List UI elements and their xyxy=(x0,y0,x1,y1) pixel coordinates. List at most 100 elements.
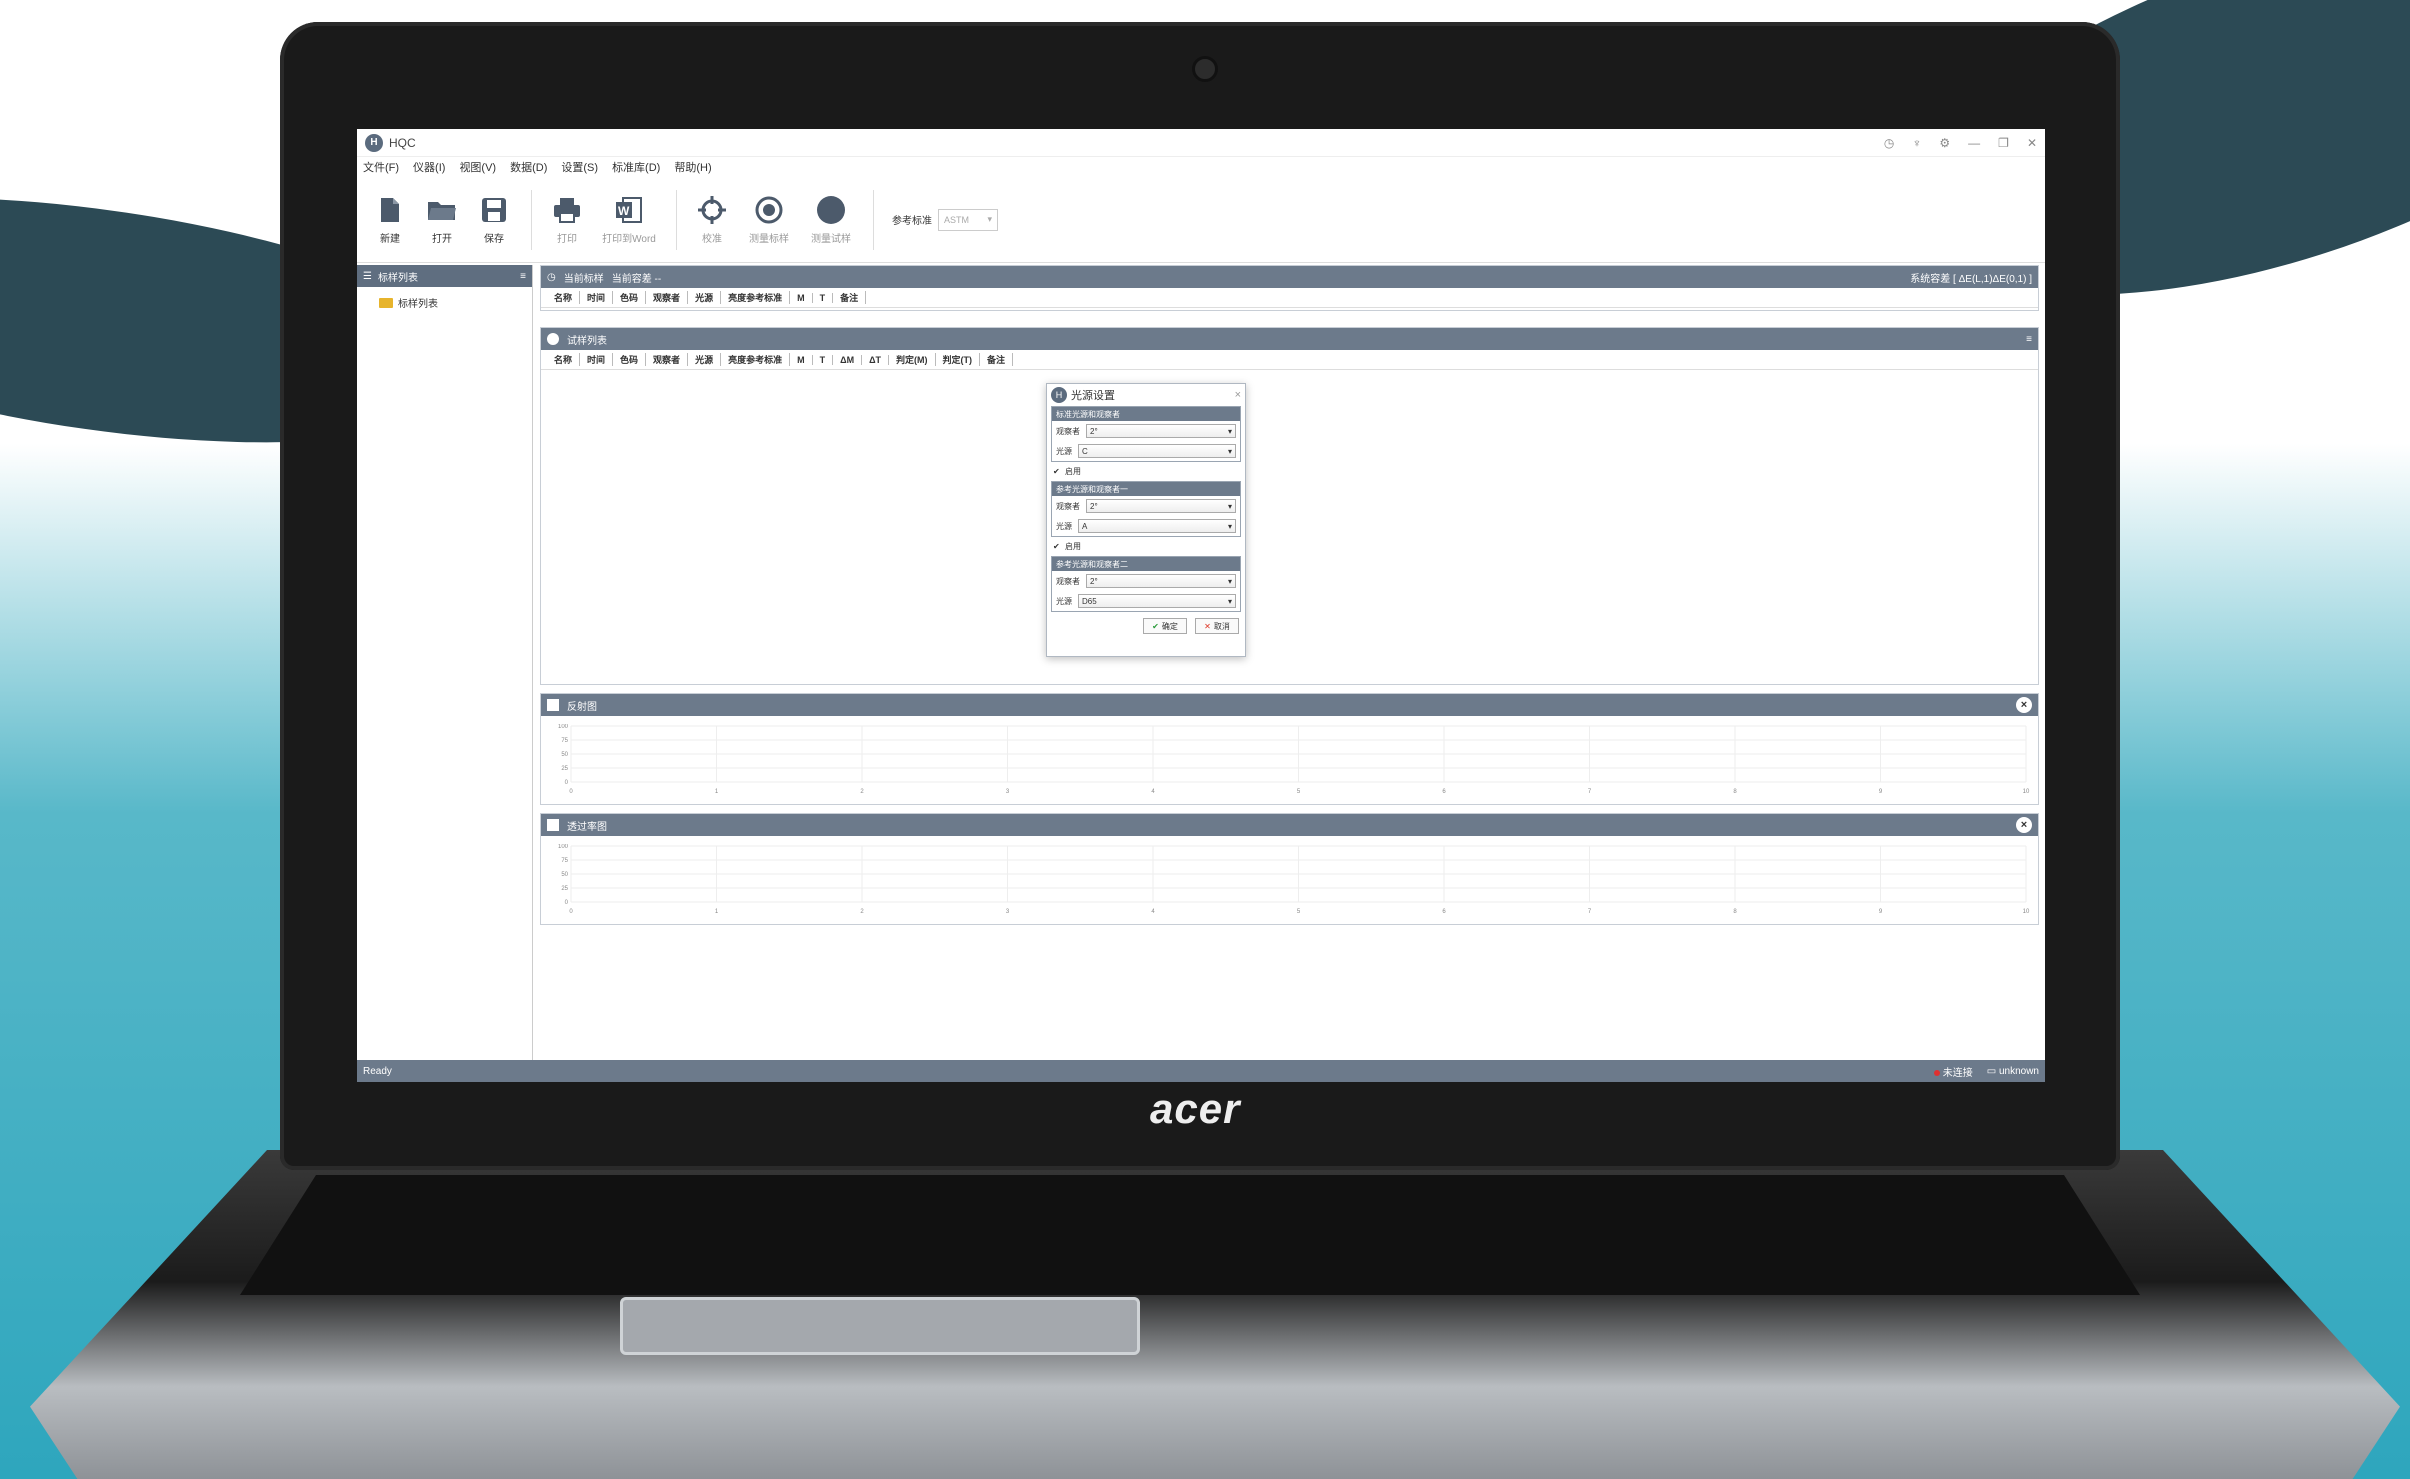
measure-standard-button[interactable]: 测量标样 xyxy=(739,194,799,245)
column-header[interactable]: T xyxy=(813,354,834,365)
collapse-icon[interactable]: ≡ xyxy=(520,271,526,282)
calibrate-label: 校准 xyxy=(702,234,722,245)
reflectance-chart-header: 反射图 × xyxy=(541,694,2038,716)
observer-value: 2° xyxy=(1090,426,1098,436)
light-row: 光源 C ▾ xyxy=(1052,441,1240,461)
observer-row: 观察者 2° ▾ xyxy=(1052,571,1240,591)
observer-label: 观察者 xyxy=(1056,501,1080,511)
target-icon xyxy=(754,194,784,226)
system-tolerance[interactable]: 系统容差 [ ΔE(L,1)ΔE(0,1) ] xyxy=(1910,270,2032,285)
light-select[interactable]: A ▾ xyxy=(1078,519,1236,533)
observer-value: 2° xyxy=(1090,576,1098,586)
save-button[interactable]: 保存 xyxy=(469,194,519,245)
print-word-button[interactable]: W 打印到Word xyxy=(594,194,664,245)
menu-help[interactable]: 帮助(H) xyxy=(674,159,711,175)
enable-checkbox-2[interactable]: ✔ 启用 xyxy=(1047,537,1245,556)
print-word-label: 打印到Word xyxy=(602,234,656,245)
circle-icon xyxy=(816,194,846,226)
minimize-button[interactable]: — xyxy=(1968,136,1980,150)
print-button[interactable]: 打印 xyxy=(542,194,592,245)
column-header[interactable]: 色码 xyxy=(613,291,647,304)
list-icon: ☰ xyxy=(363,270,372,282)
menu-settings[interactable]: 设置(S) xyxy=(561,159,598,175)
menu-data[interactable]: 数据(D) xyxy=(510,159,547,175)
column-header[interactable]: 时间 xyxy=(580,291,614,304)
dialog-buttons: ✔ 确定 ✕ 取消 xyxy=(1047,612,1245,640)
status-text: Ready xyxy=(363,1065,392,1077)
column-header[interactable]: T xyxy=(813,292,834,303)
settings-icon[interactable]: ⚙ xyxy=(1939,136,1950,150)
x-tick-label: 5 xyxy=(1297,909,1301,914)
column-header[interactable]: 光源 xyxy=(688,291,722,304)
close-icon[interactable]: × xyxy=(2016,817,2032,833)
dialog-close-button[interactable]: × xyxy=(1235,389,1241,401)
cross-icon: ✕ xyxy=(1204,621,1211,631)
dialog-logo: H xyxy=(1051,387,1067,403)
column-header[interactable]: 观察者 xyxy=(646,291,689,304)
save-label: 保存 xyxy=(484,234,504,245)
tree-item-standards[interactable]: 标样列表 xyxy=(357,287,532,318)
transmittance-chart-panel: 透过率图 × 100 75 50 25 0 0 1 2 3 4 5 6 7 8 9 10 xyxy=(540,813,2039,925)
y-tick-label: 50 xyxy=(561,752,568,758)
circle-icon xyxy=(547,333,559,345)
observer-select[interactable]: 2° ▾ xyxy=(1086,574,1236,588)
observer-value: 2° xyxy=(1090,501,1098,511)
measure-sample-button[interactable]: 测量试样 xyxy=(801,194,861,245)
menu-file[interactable]: 文件(F) xyxy=(363,159,399,175)
column-header[interactable]: 备注 xyxy=(980,353,1014,366)
column-header[interactable]: 判定(M) xyxy=(889,353,936,366)
column-header[interactable]: M xyxy=(790,292,813,303)
observer-select[interactable]: 2° ▾ xyxy=(1086,499,1236,513)
laptop-keyboard xyxy=(240,1175,2140,1295)
light-value: A xyxy=(1082,521,1088,531)
column-header[interactable]: M xyxy=(790,354,813,365)
light-value: C xyxy=(1082,446,1088,456)
menu-view[interactable]: 视图(V) xyxy=(459,159,496,175)
history-icon[interactable]: ◷ xyxy=(1884,136,1894,150)
checkbox-label: 启用 xyxy=(1065,467,1081,476)
enable-checkbox-1[interactable]: ✔ 启用 xyxy=(1047,462,1245,481)
menu-icon[interactable]: ≡ xyxy=(2026,334,2032,345)
reference-standard-select[interactable]: ASTM ▾ xyxy=(938,208,998,231)
cancel-button[interactable]: ✕ 取消 xyxy=(1195,618,1239,634)
ok-button[interactable]: ✔ 确定 xyxy=(1143,618,1187,634)
menu-standard-library[interactable]: 标准库(D) xyxy=(612,159,660,175)
column-header[interactable]: 名称 xyxy=(547,353,581,366)
calibrate-button[interactable]: 校准 xyxy=(687,194,737,245)
column-header[interactable]: 光源 xyxy=(688,353,722,366)
filter-icon[interactable]: ♆ xyxy=(1912,136,1921,150)
close-button[interactable]: ✕ xyxy=(2027,136,2037,150)
x-tick-label: 2 xyxy=(860,909,864,914)
printer-icon xyxy=(552,194,582,226)
folder-open-icon xyxy=(427,194,457,226)
column-header[interactable]: ΔT xyxy=(862,354,890,365)
column-header[interactable]: 备注 xyxy=(833,291,867,304)
column-header[interactable]: 亮度参考标准 xyxy=(721,353,791,366)
column-header[interactable]: 亮度参考标准 xyxy=(721,291,791,304)
column-header[interactable]: 观察者 xyxy=(646,353,689,366)
observer-select[interactable]: 2° ▾ xyxy=(1086,424,1236,438)
light-select[interactable]: C ▾ xyxy=(1078,444,1236,458)
x-tick-label: 4 xyxy=(1151,909,1155,914)
y-tick-label: 75 xyxy=(561,858,568,864)
maximize-button[interactable]: ❐ xyxy=(1998,136,2009,150)
toolbar: 新建 打开 保存 打印 W 打印到Word 校准 测量标样 测量试样 参考标准 … xyxy=(357,177,2045,263)
column-header[interactable]: 判定(T) xyxy=(936,353,981,366)
y-tick-label: 0 xyxy=(565,780,569,786)
column-header[interactable]: 时间 xyxy=(580,353,614,366)
chevron-down-icon: ▾ xyxy=(1227,446,1232,456)
column-header[interactable]: 名称 xyxy=(547,291,581,304)
close-icon[interactable]: × xyxy=(2016,697,2032,713)
x-tick-label: 8 xyxy=(1733,789,1737,794)
new-button[interactable]: 新建 xyxy=(365,194,415,245)
x-tick-label: 6 xyxy=(1442,789,1446,794)
light-value: D65 xyxy=(1082,596,1097,606)
check-icon: ✔ xyxy=(1152,621,1159,631)
light-select[interactable]: D65 ▾ xyxy=(1078,594,1236,608)
menu-instrument[interactable]: 仪器(I) xyxy=(413,159,445,175)
current-tolerance: 当前容差 -- xyxy=(611,273,662,285)
column-header[interactable]: ΔM xyxy=(833,354,863,365)
device-status: ▭ unknown xyxy=(1987,1066,2039,1077)
column-header[interactable]: 色码 xyxy=(613,353,647,366)
open-button[interactable]: 打开 xyxy=(417,194,467,245)
